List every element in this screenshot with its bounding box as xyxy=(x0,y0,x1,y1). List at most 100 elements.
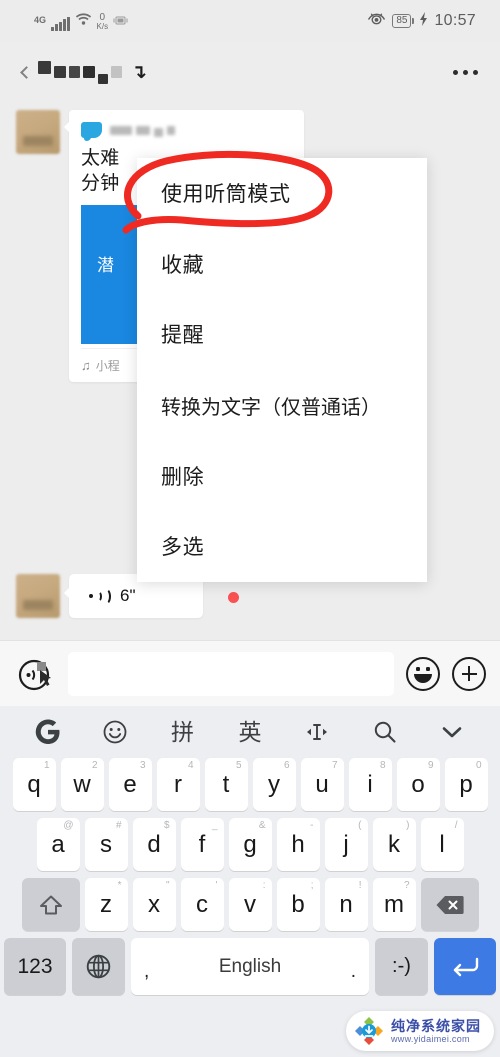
key-e[interactable]: 3e xyxy=(108,758,152,811)
signal-bars-icon xyxy=(51,16,70,31)
context-menu-item-favorite[interactable]: 收藏 xyxy=(137,229,427,300)
miniprogram-icon: ♫ xyxy=(81,357,91,373)
charging-bolt-icon xyxy=(420,11,428,31)
context-menu-item-multiselect[interactable]: 多选 xyxy=(137,511,427,582)
emoji-icon[interactable] xyxy=(406,656,440,691)
context-menu-item-earpiece-mode[interactable]: 使用听筒模式 xyxy=(137,158,427,229)
key-o[interactable]: 9o xyxy=(396,758,440,811)
avatar[interactable] xyxy=(16,110,60,154)
key-z[interactable]: * z xyxy=(84,878,128,931)
context-menu-item-delete[interactable]: 删除 xyxy=(137,440,427,511)
key-sup: / xyxy=(454,820,458,831)
period-label: . xyxy=(350,961,356,982)
avatar[interactable] xyxy=(16,574,60,618)
key-d[interactable]: $ d xyxy=(132,818,176,871)
key-i[interactable]: 8i xyxy=(348,758,392,811)
key-g[interactable]: & g xyxy=(228,818,272,871)
battery-level-label: 85 xyxy=(392,14,412,28)
backspace-key[interactable] xyxy=(420,878,479,931)
enter-key[interactable] xyxy=(434,938,496,995)
key-label: t xyxy=(222,770,230,798)
comma-label: , xyxy=(144,961,150,982)
key-c[interactable]: ' c xyxy=(180,878,224,931)
more-options-button[interactable] xyxy=(453,69,478,75)
key-sup: @ xyxy=(63,820,74,831)
key-n[interactable]: ! n xyxy=(324,878,368,931)
key-sup: " xyxy=(165,880,170,891)
cursor-move-icon[interactable] xyxy=(297,712,337,752)
key-p[interactable]: 0p xyxy=(444,758,488,811)
key-v[interactable]: :v xyxy=(228,878,272,931)
key-label: f xyxy=(198,830,206,858)
status-bar-right: 85 10:57 xyxy=(367,11,484,31)
network-type-label: 4G xyxy=(34,14,47,25)
card-title-line2: 分钟 xyxy=(81,173,120,195)
key-sup: 4 xyxy=(187,760,194,771)
key-label: k xyxy=(388,830,400,858)
keyboard-row-2: @ a # s $ d _ f & g -h (j ) k / l xyxy=(0,818,500,871)
context-menu-item-remind[interactable]: 提醒 xyxy=(137,299,427,370)
key-sup: : xyxy=(262,880,266,891)
eye-care-icon xyxy=(367,12,386,31)
emoji-icon[interactable] xyxy=(95,712,135,752)
key-sup: 2 xyxy=(91,760,98,771)
key-k[interactable]: ) k xyxy=(372,818,416,871)
chat-title-group[interactable]: ↴ xyxy=(20,61,147,84)
keyboard-row-3: * z " x ' c :v ; b ! n ? m xyxy=(0,878,500,931)
key-sup: _ xyxy=(211,820,218,831)
back-icon[interactable] xyxy=(20,65,33,79)
key-label: g xyxy=(243,830,257,858)
key-b[interactable]: ; b xyxy=(276,878,320,931)
key-sup: 5 xyxy=(235,760,242,771)
key-sup: 1 xyxy=(43,760,50,771)
pinyin-mode-button[interactable]: 拼 xyxy=(163,712,203,752)
google-logo-icon[interactable] xyxy=(28,712,68,752)
key-t[interactable]: 5t xyxy=(204,758,248,811)
space-key[interactable]: , English . xyxy=(131,938,369,995)
key-label: n xyxy=(339,890,353,918)
shift-key[interactable] xyxy=(21,878,80,931)
key-r[interactable]: 4r xyxy=(156,758,200,811)
key-sup: ; xyxy=(310,880,314,891)
key-u[interactable]: 7u xyxy=(300,758,344,811)
key-y[interactable]: 6y xyxy=(252,758,296,811)
key-label: b xyxy=(291,890,305,918)
key-q[interactable]: 1q xyxy=(12,758,56,811)
english-mode-button[interactable]: 英 xyxy=(230,712,270,752)
key-label: o xyxy=(411,770,425,798)
globe-icon[interactable] xyxy=(72,938,125,995)
key-m[interactable]: ? m xyxy=(372,878,416,931)
message-text-input[interactable] xyxy=(68,651,394,696)
key-label: v xyxy=(244,890,256,918)
data-rate-unit: K/s xyxy=(96,21,109,31)
key-label: z xyxy=(100,890,112,918)
key-l[interactable]: / l xyxy=(420,818,464,871)
key-s[interactable]: # s xyxy=(84,818,128,871)
key-label: h xyxy=(291,830,305,858)
key-label: x xyxy=(148,890,160,918)
voice-input-icon[interactable] xyxy=(14,653,56,695)
key-label: r xyxy=(174,770,182,798)
emoticon-key[interactable]: :-) xyxy=(375,938,428,995)
search-icon[interactable] xyxy=(365,712,405,752)
key-h[interactable]: -h xyxy=(276,818,320,871)
virtual-keyboard[interactable]: 拼 英 1q 2w 3e 4r 5t 6y 7u 8i 9o 0p @ a # s … xyxy=(0,706,500,1057)
key-x[interactable]: " x xyxy=(132,878,176,931)
key-f[interactable]: _ f xyxy=(180,818,224,871)
numeric-mode-key[interactable]: 123 xyxy=(4,938,66,995)
key-label: c xyxy=(196,890,208,918)
key-w[interactable]: 2w xyxy=(60,758,104,811)
key-j[interactable]: (j xyxy=(324,818,368,871)
key-label: p xyxy=(459,770,473,798)
key-sup: 3 xyxy=(139,760,146,771)
context-menu[interactable]: 使用听筒模式 收藏 提醒 转换为文字（仅普通话） 删除 多选 xyxy=(137,158,427,582)
data-rate-value: 0 xyxy=(99,11,106,23)
key-sup: ( xyxy=(358,820,362,831)
key-sup: 8 xyxy=(379,760,386,771)
context-menu-item-convert-to-text[interactable]: 转换为文字（仅普通话） xyxy=(137,370,427,441)
plus-icon[interactable] xyxy=(452,656,486,691)
card-app-header xyxy=(81,120,292,140)
chevron-down-icon[interactable] xyxy=(432,712,472,752)
key-a[interactable]: @ a xyxy=(36,818,80,871)
key-sup: * xyxy=(117,880,122,891)
